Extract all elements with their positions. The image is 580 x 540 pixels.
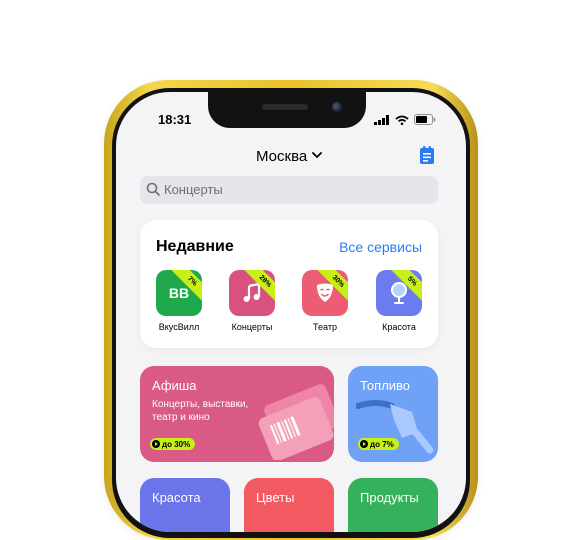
vkusvill-logo-text: ВВ [168, 285, 190, 301]
status-icons [374, 114, 436, 125]
afisha-tile[interactable]: Афиша Концерты, выставки, театр и кино д… [140, 366, 334, 462]
fuel-tile[interactable]: Топливо до 7% [348, 366, 438, 462]
theater-mask-icon: 30% [302, 270, 348, 316]
cashback-badge: до 30% [150, 438, 196, 450]
wifi-icon [395, 115, 409, 125]
beauty-tile[interactable]: Красота [140, 478, 230, 532]
search-icon [146, 182, 160, 196]
battery-icon [414, 114, 436, 125]
products-tile[interactable]: Продукты [348, 478, 438, 532]
app-theater[interactable]: 30% Театр [297, 270, 353, 332]
app-label: Красота [382, 322, 416, 332]
app-label: ВкусВилл [158, 322, 200, 332]
recent-title: Недавние [156, 238, 234, 255]
play-icon [152, 440, 160, 448]
afisha-title: Афиша [152, 378, 197, 393]
afisha-subtitle: Концерты, выставки, театр и кино [152, 399, 249, 423]
all-services-link[interactable]: Все сервисы [339, 239, 422, 255]
app-concerts[interactable]: 28% Концерты [224, 270, 280, 332]
front-camera [332, 102, 342, 112]
app-label: Концерты [231, 322, 273, 332]
phone-screen: 18:31 Москва Концерты Недавние Все серви… [116, 92, 466, 532]
status-time: 18:31 [158, 112, 192, 127]
flowers-title: Цветы [256, 490, 295, 505]
products-title: Продукты [360, 490, 419, 505]
speaker [262, 104, 308, 110]
mirror-icon: 5% [376, 270, 422, 316]
fuel-title: Топливо [360, 378, 411, 393]
signal-icon [374, 114, 389, 125]
recent-card: Недавние Все сервисы ВВ 7% ВкусВилл 28% … [140, 220, 438, 348]
city-selector[interactable]: Москва [256, 148, 307, 165]
receipt-icon[interactable] [419, 146, 435, 165]
cashback-badge-label: до 7% [370, 439, 394, 449]
search-placeholder: Концерты [164, 182, 223, 197]
search-input[interactable]: Концерты [140, 176, 438, 204]
play-icon [360, 440, 368, 448]
app-label: Театр [313, 322, 337, 332]
app-vkusvill[interactable]: ВВ 7% ВкусВилл [151, 270, 207, 332]
cashback-badge-label: до 30% [162, 439, 191, 449]
notch [208, 92, 366, 128]
chevron-down-icon[interactable] [312, 152, 322, 159]
music-note-icon: 28% [229, 270, 275, 316]
ticket-icon [258, 384, 334, 460]
flowers-tile[interactable]: Цветы [244, 478, 334, 532]
cashback-badge: до 7% [358, 438, 399, 450]
beauty-title: Красота [152, 490, 201, 505]
vkusvill-icon: ВВ 7% [156, 270, 202, 316]
app-beauty[interactable]: 5% Красота [371, 270, 427, 332]
